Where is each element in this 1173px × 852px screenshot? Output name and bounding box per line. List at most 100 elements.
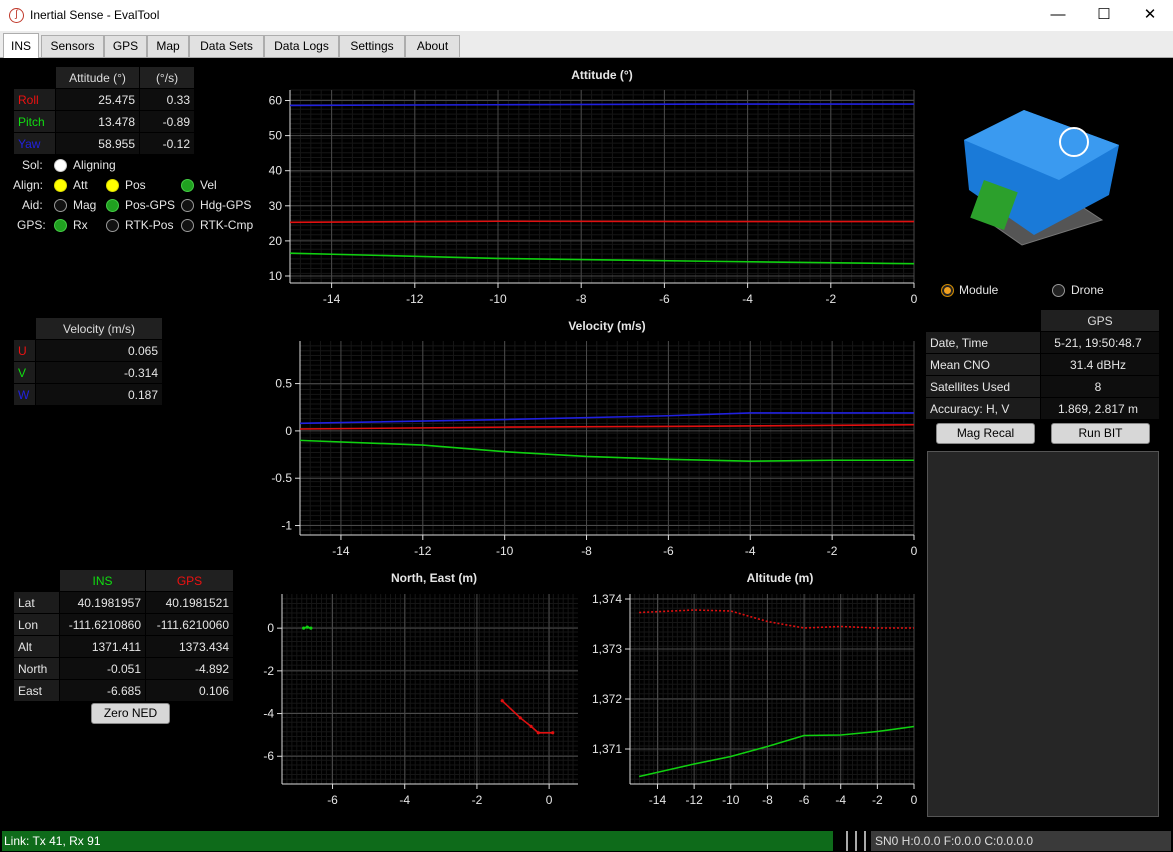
y-tick-label: 10 <box>269 269 283 283</box>
y-tick-label: 20 <box>269 234 283 248</box>
y-tick-label: 0 <box>285 424 292 438</box>
accuracy-value: 1.869, 2.817 m <box>1040 397 1160 420</box>
data-point-gps <box>518 716 522 720</box>
lon-ins-value: -111.6210860 <box>59 613 146 636</box>
x-tick-label: -6 <box>799 793 810 807</box>
data-point-ins <box>302 626 306 630</box>
title-bar: ʃ Inertial Sense - EvalTool — ☐ ✕ <box>0 0 1173 31</box>
tab-ins[interactable]: INS <box>3 33 39 58</box>
gps-label: GPS: <box>17 218 46 232</box>
tab-settings[interactable]: Settings <box>339 35 405 57</box>
gps-info-table: GPS Date, Time 5-21, 19:50:48.7 Mean CNO… <box>925 309 1160 420</box>
zero-ned-button[interactable]: Zero NED <box>91 703 170 724</box>
tab-sensors[interactable]: Sensors <box>41 35 104 57</box>
y-tick-label: 40 <box>269 164 283 178</box>
attitude-header: Attitude (°) <box>55 66 140 89</box>
velocity-header: Velocity (m/s) <box>35 317 163 340</box>
y-tick-label: 0 <box>267 621 274 635</box>
align-pos-indicator-icon <box>106 179 119 192</box>
north-ins-value: -0.051 <box>59 657 146 680</box>
velocity-w-value: 0.187 <box>35 383 163 406</box>
tab-about[interactable]: About <box>405 35 460 57</box>
position-table: INS GPS Lat 40.1981957 40.1981521 Lon -1… <box>13 569 234 702</box>
align-att-text: Att <box>73 178 88 192</box>
gps-rx-text: Rx <box>73 218 88 232</box>
tab-data-sets[interactable]: Data Sets <box>189 35 264 57</box>
yaw-value: 58.955 <box>55 132 140 155</box>
mean-cno-label: Mean CNO <box>925 353 1041 376</box>
roll-rate: 0.33 <box>139 88 195 111</box>
drone-radio[interactable] <box>1052 284 1065 297</box>
velocity-u-value: 0.065 <box>35 339 163 362</box>
yaw-rate: -0.12 <box>139 132 195 155</box>
tab-data-logs[interactable]: Data Logs <box>264 35 339 57</box>
x-tick-label: -14 <box>323 292 341 306</box>
tab-map[interactable]: Map <box>147 35 189 57</box>
date-time-label: Date, Time <box>925 331 1041 354</box>
x-tick-label: -4 <box>745 544 756 558</box>
lon-label: Lon <box>13 613 60 636</box>
north-gps-value: -4.892 <box>145 657 234 680</box>
tab-gps[interactable]: GPS <box>104 35 147 57</box>
gps-rtkpos-text: RTK-Pos <box>125 218 174 232</box>
window-title: Inertial Sense - EvalTool <box>30 8 160 22</box>
serial-number-status: SN0 H:0.0.0 F:0.0.0 C:0.0.0.0 <box>871 831 1171 851</box>
velocity-plot: -14 -12 -10 -8 -6 -4 -2 0 -1 -0.5 0 0.5 <box>271 341 918 558</box>
ins-header: INS <box>59 569 146 592</box>
rate-header: (°/s) <box>139 66 195 89</box>
x-tick-label: -10 <box>489 292 507 306</box>
x-tick-label: -12 <box>414 544 432 558</box>
altitude-plot-title: Altitude (m) <box>746 571 814 585</box>
data-point-gps <box>551 731 555 735</box>
imu-model-view <box>924 70 1130 270</box>
velocity-u-label: U <box>13 339 36 362</box>
aid-mag-indicator-icon <box>54 199 67 212</box>
alt-ins-value: 1371.411 <box>59 635 146 658</box>
x-tick-label: -8 <box>576 292 587 306</box>
mag-recal-button[interactable]: Mag Recal <box>936 423 1035 444</box>
app-logo-icon: ʃ <box>9 8 24 23</box>
east-label: East <box>13 679 60 702</box>
x-tick-label: -12 <box>406 292 424 306</box>
x-tick-label: -2 <box>472 793 483 807</box>
x-tick-label: 0 <box>911 292 918 306</box>
sol-label: Sol: <box>22 158 43 172</box>
aid-hdggps-indicator-icon <box>181 199 194 212</box>
close-button[interactable]: ✕ <box>1127 0 1173 31</box>
velocity-v-value: -0.314 <box>35 361 163 384</box>
imu-module-render <box>964 110 1119 246</box>
x-tick-label: -14 <box>332 544 350 558</box>
north-east-plot-title: North, East (m) <box>390 571 477 585</box>
minimize-button[interactable]: — <box>1035 0 1081 31</box>
data-point-gps <box>529 724 533 728</box>
alt-label: Alt <box>13 635 60 658</box>
velocity-corner <box>13 317 36 340</box>
pitch-label: Pitch <box>13 110 56 133</box>
y-tick-label: 60 <box>269 94 283 108</box>
tab-bar: INS Sensors GPS Map Data Sets Data Logs … <box>0 31 1173 58</box>
attitude-table: Attitude (°) (°/s) Roll 25.475 0.33 Pitc… <box>13 66 195 155</box>
x-tick-label: -2 <box>825 292 836 306</box>
module-radio[interactable] <box>941 284 954 297</box>
y-tick-label: -1 <box>281 519 292 533</box>
north-east-plot: -6 -4 -2 0 -6 -4 -2 0 <box>263 594 578 807</box>
x-tick-label: -12 <box>685 793 703 807</box>
x-tick-label: -2 <box>827 544 838 558</box>
data-point-gps <box>536 731 540 735</box>
y-tick-label: 30 <box>269 199 283 213</box>
y-tick-label: 1,373 <box>592 642 622 656</box>
x-tick-label: -14 <box>649 793 667 807</box>
align-vel-text: Vel <box>200 178 217 192</box>
y-tick-label: 1,374 <box>592 592 622 606</box>
y-tick-label: -6 <box>263 749 274 763</box>
x-tick-label: -2 <box>872 793 883 807</box>
x-tick-label: 0 <box>911 793 918 807</box>
lat-ins-value: 40.1981957 <box>59 591 146 614</box>
maximize-button[interactable]: ☐ <box>1081 0 1127 31</box>
position-corner <box>13 569 60 592</box>
run-bit-button[interactable]: Run BIT <box>1051 423 1150 444</box>
attitude-plot: -14 -12 -10 -8 -6 -4 -2 0 10 20 30 40 50 60 <box>269 89 918 306</box>
satellites-used-value: 8 <box>1040 375 1160 398</box>
north-label: North <box>13 657 60 680</box>
alt-gps-value: 1373.434 <box>145 635 234 658</box>
